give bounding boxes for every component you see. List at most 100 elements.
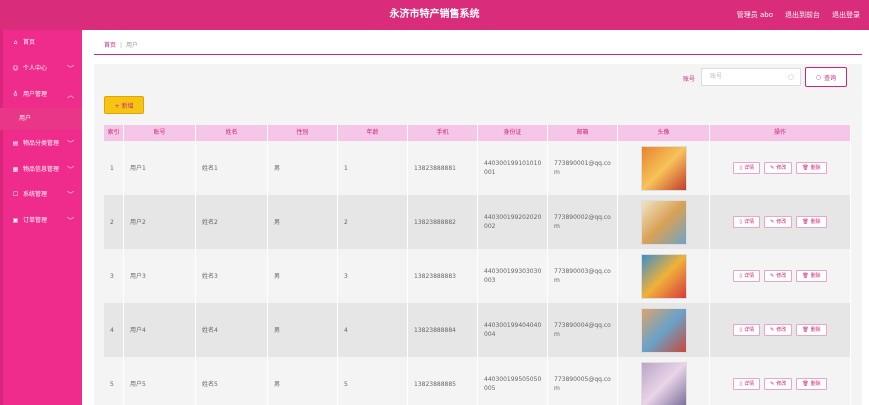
- cell-age: 3: [338, 249, 408, 303]
- delete-button[interactable]: 🗑 删除: [796, 378, 827, 390]
- search-input[interactable]: 账号 ○: [701, 68, 801, 86]
- delete-button[interactable]: 🗑 删除: [796, 270, 827, 282]
- detail-button[interactable]: ▯ 详情: [733, 270, 761, 282]
- column-header: 索引: [104, 125, 124, 141]
- cell-text: 用户2: [130, 218, 146, 226]
- edit-label: 修改: [776, 219, 787, 225]
- cell-gender: 男: [268, 249, 338, 303]
- edit-icon: ✎: [770, 165, 775, 171]
- cell-text: 男: [274, 164, 281, 172]
- sidebar-item-5[interactable]: ☐ 系统管理 ﹀: [0, 182, 82, 208]
- cell-text: 773890004@qq.com: [554, 322, 611, 338]
- edit-icon: ✎: [770, 273, 775, 279]
- delete-icon: 🗑: [802, 273, 809, 279]
- row-actions: ▯ 详情 ✎ 修改 🗑 删除: [733, 216, 827, 228]
- actions-cell: ▯ 详情 ✎ 修改 🗑 删除: [710, 303, 851, 357]
- cell-text: 5: [344, 380, 348, 388]
- category-icon: ▤: [12, 140, 19, 147]
- cell-text: 姓名5: [202, 380, 218, 388]
- delete-icon: 🗑: [802, 381, 809, 387]
- main-content: 首页 | 用户 账号 账号 ○ ○ 查询 + 新增 索引 账号 姓名 性别 年龄 手机 身份证邮…: [82, 30, 869, 405]
- breadcrumb-home[interactable]: 首页: [104, 42, 116, 49]
- column-header: 身份证: [478, 125, 548, 141]
- avatar: [640, 199, 687, 245]
- user-icon: ☺: [12, 65, 19, 72]
- logout-link[interactable]: 退出登录: [832, 0, 860, 30]
- cell-text: 姓名2: [202, 218, 218, 226]
- delete-button[interactable]: 🗑 删除: [796, 216, 827, 228]
- sidebar-item-label: 个人中心: [23, 65, 48, 72]
- delete-button[interactable]: 🗑 删除: [796, 324, 827, 336]
- column-header: 手机: [408, 125, 478, 141]
- cell-email: 773890003@qq.com: [548, 249, 618, 303]
- cell-gender: 男: [268, 303, 338, 357]
- detail-button[interactable]: ▯ 详情: [733, 378, 761, 390]
- detail-button[interactable]: ▯ 详情: [733, 216, 761, 228]
- avatar-cell: [618, 141, 710, 195]
- cell-gender: 男: [268, 195, 338, 249]
- actions-cell: ▯ 详情 ✎ 修改 🗑 删除: [710, 357, 851, 405]
- edit-button[interactable]: ✎ 修改: [764, 378, 793, 390]
- actions-cell: ▯ 详情 ✎ 修改 🗑 删除: [710, 249, 851, 303]
- avatar: [640, 253, 687, 299]
- avatar: [640, 307, 687, 353]
- table-header: 索引 账号 姓名 性别 年龄 手机 身份证 邮箱 头像 操作: [104, 125, 851, 141]
- query-button[interactable]: ○ 查询: [805, 67, 847, 87]
- chevron-down-icon: ﹀: [67, 191, 74, 199]
- cell-email: 773890001@qq.com: [548, 141, 618, 195]
- info-icon: ▦: [12, 166, 19, 173]
- table-row: 5 用户5 姓名5 男 5 13823888885 440300199505050005 77…: [104, 357, 851, 405]
- search-button-icon: ○: [815, 73, 822, 81]
- cell-text: 13823888885: [414, 380, 456, 388]
- sidebar-item-4[interactable]: ▦ 物品信息管理 ﹀: [0, 157, 82, 183]
- breadcrumb-separator: |: [120, 42, 123, 49]
- row-actions: ▯ 详情 ✎ 修改 🗑 删除: [733, 324, 827, 336]
- delete-button[interactable]: 🗑 删除: [796, 162, 827, 174]
- avatar: [640, 361, 687, 405]
- sidebar-subitem-users[interactable]: 用户: [0, 108, 82, 130]
- sidebar-item-1[interactable]: ☺ 个人中心 ﹀: [0, 56, 82, 82]
- delete-label: 删除: [810, 327, 821, 333]
- detail-button[interactable]: ▯ 详情: [733, 324, 761, 336]
- back-to-front-link[interactable]: 退出到前台: [785, 0, 820, 30]
- row-actions: ▯ 详情 ✎ 修改 🗑 删除: [733, 162, 827, 174]
- cell-email: 773890004@qq.com: [548, 303, 618, 357]
- admin-label: 管理员 abo: [736, 11, 773, 19]
- add-button[interactable]: + 新增: [104, 96, 144, 114]
- detail-label: 详情: [744, 219, 755, 225]
- detail-button[interactable]: ▯ 详情: [733, 162, 761, 174]
- top-header: 永济市特产销售系统 管理员 abo 退出到前台 退出登录: [0, 0, 869, 30]
- delete-icon: 🗑: [802, 327, 809, 333]
- search-placeholder: 账号: [710, 73, 723, 80]
- sidebar-item-6[interactable]: ▣ 订单管理 ﹀: [0, 208, 82, 234]
- edit-button[interactable]: ✎ 修改: [764, 162, 793, 174]
- edit-button[interactable]: ✎ 修改: [764, 324, 793, 336]
- cell-account: 用户5: [124, 357, 196, 405]
- cell-index: 2: [104, 195, 124, 249]
- sidebar-item-label: 系统管理: [23, 191, 48, 198]
- edit-button[interactable]: ✎ 修改: [764, 270, 793, 282]
- cell-index: 1: [104, 141, 124, 195]
- cell-text: 773890001@qq.com: [554, 160, 611, 176]
- chevron-down-icon: ﹀: [67, 65, 74, 73]
- sidebar-item-0[interactable]: ⌂ 首页: [0, 30, 82, 56]
- avatar-cell: [618, 249, 710, 303]
- cell-text: 男: [274, 380, 281, 388]
- edit-icon: ✎: [770, 219, 775, 225]
- sidebar-item-label: 物品信息管理: [23, 166, 60, 173]
- cell-text: 1: [110, 164, 114, 172]
- sidebar-item-label: 物品分类管理: [23, 140, 60, 147]
- app-root: 永济市特产销售系统 管理员 abo 退出到前台 退出登录 ⌂ 首页 ☺ 个人中心 ﹀ ♁ 用…: [0, 0, 869, 405]
- table-row: 3 用户3 姓名3 男 3 13823888883 440300199303030003 77…: [104, 249, 851, 303]
- edit-button[interactable]: ✎ 修改: [764, 216, 793, 228]
- delete-icon: 🗑: [802, 219, 809, 225]
- cell-text: 440300199404040004: [484, 322, 542, 338]
- avatar-cell: [618, 357, 710, 405]
- cell-phone: 13823888883: [408, 249, 478, 303]
- sidebar-item-2[interactable]: ♁ 用户管理 ︿: [0, 82, 82, 108]
- edit-icon: ✎: [770, 381, 775, 387]
- detail-icon: ▯: [739, 273, 743, 279]
- sidebar-item-3[interactable]: ▤ 物品分类管理 ﹀: [0, 131, 82, 157]
- detail-label: 详情: [744, 327, 755, 333]
- cell-text: 440300199303030003: [484, 268, 542, 284]
